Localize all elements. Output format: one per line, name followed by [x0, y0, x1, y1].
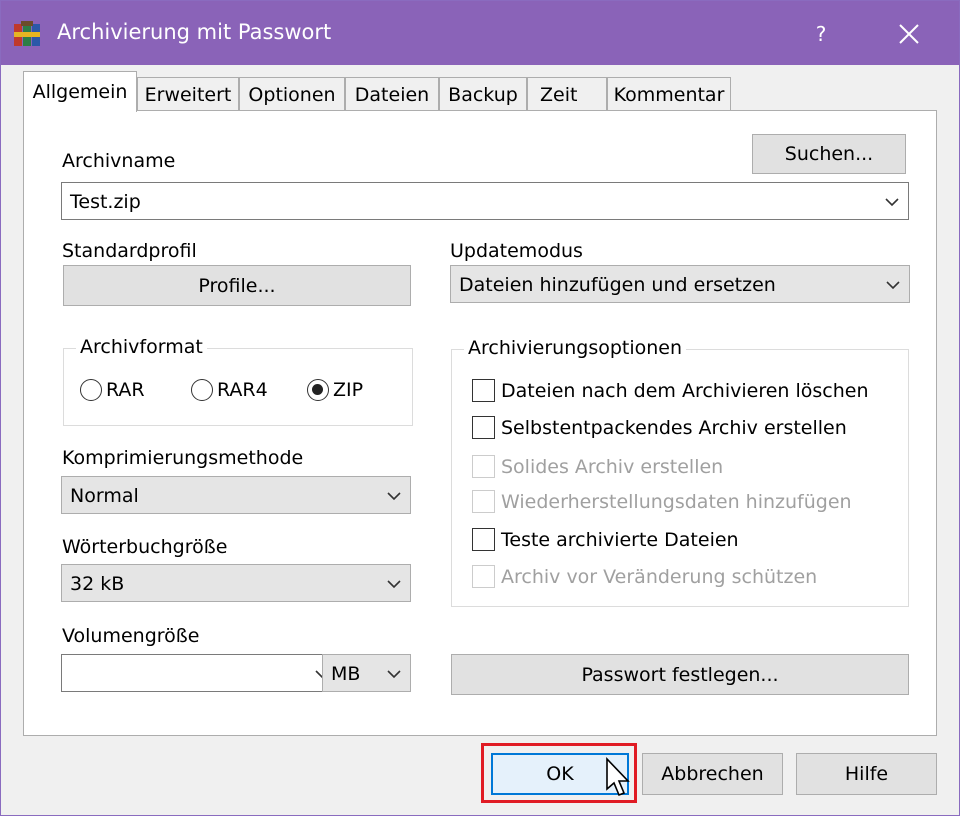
radio-dot	[312, 384, 323, 395]
dictionary-select[interactable]: 32 kB	[61, 564, 411, 602]
checkbox-label: Solides Archiv erstellen	[501, 455, 724, 478]
archive-name-combo[interactable]: Test.zip	[61, 182, 909, 220]
volume-size-combo[interactable]	[61, 654, 339, 692]
standard-profile-label: Standardprofil	[62, 240, 197, 262]
tab-label: Zeit	[540, 83, 578, 106]
general-tab-panel: Archivname Suchen... Test.zip Standardpr…	[23, 110, 937, 736]
checkbox-box	[472, 455, 495, 478]
cancel-button[interactable]: Abbrechen	[642, 753, 783, 795]
checkbox-box	[472, 379, 495, 402]
checkbox-delete-after-archiving[interactable]: Dateien nach dem Archivieren löschen	[472, 379, 869, 402]
tab-label: Kommentar	[613, 83, 725, 106]
tab-allgemein[interactable]: Allgemein	[23, 71, 137, 112]
checkbox-box	[472, 528, 495, 551]
tab-label: Allgemein	[32, 81, 128, 103]
close-button[interactable]	[879, 13, 939, 55]
dictionary-value: 32 kB	[70, 573, 125, 595]
tab-label: Erweitert	[144, 83, 232, 106]
chevron-down-icon	[885, 198, 899, 207]
archive-dialog: Archivierung mit Passwort ? Allgemein Er…	[0, 0, 960, 816]
radio-circle	[80, 379, 102, 401]
tab-zeit[interactable]: Zeit	[527, 77, 607, 111]
tab-dateien[interactable]: Dateien	[345, 77, 439, 111]
radio-label: RAR4	[217, 379, 268, 401]
archiving-options-group: Archivierungsoptionen Dateien nach dem A…	[451, 337, 909, 607]
winrar-app-icon	[14, 21, 40, 46]
checkbox-lock-archive: Archiv vor Veränderung schützen	[472, 565, 817, 588]
checkbox-label: Selbstentpackendes Archiv erstellen	[501, 416, 847, 439]
radio-rar[interactable]: RAR	[80, 379, 145, 401]
help-title-button[interactable]: ?	[791, 13, 851, 55]
checkbox-label: Wiederherstellungsdaten hinzufügen	[501, 490, 852, 513]
checkbox-label: Dateien nach dem Archivieren löschen	[501, 379, 869, 402]
update-mode-select[interactable]: Dateien hinzufügen und ersetzen	[450, 265, 910, 303]
radio-circle-selected	[307, 379, 329, 401]
archive-format-title: Archivformat	[76, 336, 207, 358]
checkbox-box	[472, 565, 495, 588]
update-mode-label: Updatemodus	[450, 240, 583, 262]
volume-label: Volumengröße	[62, 625, 200, 647]
tab-optionen[interactable]: Optionen	[239, 77, 345, 111]
tab-kommentar[interactable]: Kommentar	[607, 77, 731, 111]
radio-zip[interactable]: ZIP	[307, 379, 363, 401]
checkbox-box	[472, 416, 495, 439]
profiles-button[interactable]: Profile...	[63, 265, 411, 306]
compression-select[interactable]: Normal	[61, 476, 411, 514]
checkbox-test-archived-files[interactable]: Teste archivierte Dateien	[472, 528, 739, 551]
tab-backup[interactable]: Backup	[439, 77, 527, 111]
checkbox-self-extracting[interactable]: Selbstentpackendes Archiv erstellen	[472, 416, 847, 439]
archive-name-value: Test.zip	[70, 191, 141, 213]
search-button[interactable]: Suchen...	[752, 134, 906, 174]
help-button[interactable]: Hilfe	[796, 753, 937, 795]
radio-circle	[191, 379, 213, 401]
chevron-down-icon	[387, 580, 401, 589]
close-icon	[899, 24, 919, 44]
checkbox-label: Archiv vor Veränderung schützen	[501, 565, 818, 588]
mouse-cursor-icon	[606, 757, 630, 797]
update-mode-value: Dateien hinzufügen und ersetzen	[459, 274, 776, 296]
checkbox-solid-archive: Solides Archiv erstellen	[472, 455, 723, 478]
radio-label: ZIP	[333, 379, 364, 401]
compression-value: Normal	[70, 485, 139, 507]
archiving-options-title: Archivierungsoptionen	[464, 337, 687, 359]
compression-label: Komprimierungsmethode	[62, 447, 304, 469]
checkbox-recovery-data: Wiederherstellungsdaten hinzufügen	[472, 490, 852, 513]
archive-name-label: Archivname	[62, 150, 176, 172]
window-title: Archivierung mit Passwort	[57, 20, 332, 44]
radio-rar4[interactable]: RAR4	[191, 379, 268, 401]
title-bar[interactable]: Archivierung mit Passwort ?	[1, 1, 959, 65]
set-password-button[interactable]: Passwort festlegen...	[451, 654, 909, 695]
checkbox-label: Teste archivierte Dateien	[501, 528, 739, 551]
tab-label: Backup	[448, 83, 518, 106]
chevron-down-icon	[387, 670, 401, 679]
volume-unit-value: MB	[331, 663, 361, 685]
checkbox-box	[472, 490, 495, 513]
dictionary-label: Wörterbuchgröße	[62, 536, 228, 558]
tab-label: Dateien	[354, 83, 430, 106]
radio-label: RAR	[106, 379, 145, 401]
archive-format-group: Archivformat RAR RAR4 ZIP	[63, 336, 413, 426]
chevron-down-icon	[387, 492, 401, 501]
volume-unit-select[interactable]: MB	[322, 654, 411, 692]
tab-erweitert[interactable]: Erweitert	[137, 77, 239, 111]
chevron-down-icon	[886, 281, 900, 290]
tab-label: Optionen	[248, 83, 336, 106]
